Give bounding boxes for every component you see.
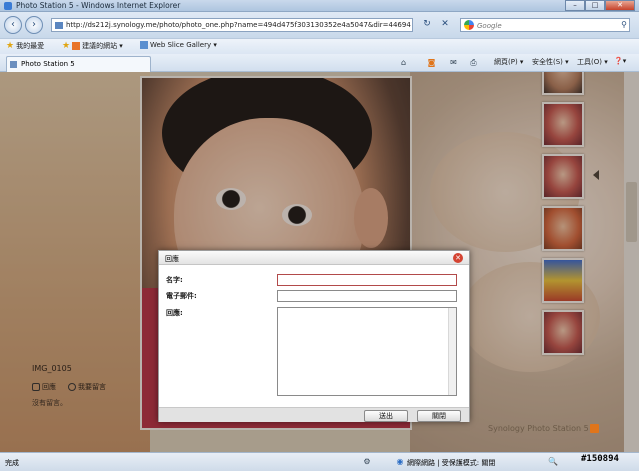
reply-textarea[interactable]: [277, 307, 457, 396]
name-label: 名字:: [166, 276, 183, 284]
refresh-icon[interactable]: ↻: [420, 18, 434, 32]
dialog-title-bar: 回應 ✕: [159, 251, 469, 265]
security-zone[interactable]: 網際網路 | 受保護模式: 關閉: [407, 458, 495, 468]
add-favorite-icon: ★: [62, 41, 71, 51]
email-field[interactable]: [277, 290, 457, 302]
page-menu[interactable]: 網頁(P) ▾: [494, 57, 523, 67]
tab-label: Photo Station 5: [21, 60, 75, 68]
footer-brand[interactable]: Synology Photo Station 5: [488, 424, 589, 433]
web-slice-gallery-link[interactable]: Web Slice Gallery ▾: [140, 41, 217, 49]
security-icon: ⚙: [363, 457, 371, 466]
address-row: ‹ › http://ds212j.synology.me/photo/phot…: [0, 12, 639, 38]
dialog-footer: 送出 關閉: [159, 407, 469, 422]
dialog-title: 回應: [165, 255, 179, 263]
rss-icon[interactable]: [590, 424, 599, 433]
tools-menu[interactable]: 工具(O) ▾: [577, 57, 608, 67]
search-input[interactable]: [477, 20, 617, 31]
mail-icon[interactable]: ✉: [448, 57, 459, 68]
print-icon[interactable]: ⎙: [468, 57, 479, 68]
suggested-sites-icon: [72, 42, 81, 50]
submit-button[interactable]: 送出: [364, 410, 408, 422]
reply-dialog: 回應 ✕ 名字: 電子郵件: 回應: 送出 關閉: [158, 250, 470, 422]
zoom-icon[interactable]: 🔍: [548, 457, 558, 467]
web-slice-icon: [140, 41, 148, 49]
favorites-button[interactable]: ★ 我的最愛: [6, 41, 44, 51]
feeds-icon[interactable]: ◙: [426, 57, 437, 68]
window-title: Photo Station 5 - Windows Internet Explo…: [16, 1, 181, 10]
stop-icon[interactable]: ✕: [438, 18, 452, 32]
ie-app-icon: [4, 2, 12, 10]
dialog-close-icon[interactable]: ✕: [453, 253, 463, 263]
tab-page-icon: [10, 61, 17, 68]
search-box[interactable]: ⚲: [460, 18, 630, 32]
name-field[interactable]: [277, 274, 457, 286]
dialog-body: 名字: 電子郵件: 回應:: [159, 265, 469, 407]
globe-icon: ◉: [396, 457, 404, 466]
favorites-label: 我的最愛: [16, 42, 45, 50]
google-icon: [464, 20, 474, 30]
watermark: #150894: [581, 454, 619, 464]
search-icon[interactable]: ⚲: [621, 20, 627, 29]
tab-bar: Photo Station 5 ⌂ ◙ ✉ ⎙ 網頁(P) ▾ 安全性(S) ▾…: [0, 54, 639, 72]
suggested-sites-link[interactable]: ★ 建議的網站 ▾: [62, 41, 123, 51]
suggested-sites-label: 建議的網站 ▾: [82, 42, 123, 50]
textarea-scrollbar[interactable]: [448, 308, 456, 395]
status-bar: 完成 ⚙ ◉ 網際網路 | 受保護模式: 關閉 🔍: [0, 452, 639, 471]
reply-label: 回應:: [166, 309, 183, 317]
window-title-bar: Photo Station 5 - Windows Internet Explo…: [0, 0, 639, 12]
url-text[interactable]: http://ds212j.synology.me/photo/photo_on…: [66, 21, 411, 29]
favorites-star-icon: ★: [6, 41, 15, 51]
help-menu[interactable]: ❓▾: [614, 57, 626, 65]
safety-menu[interactable]: 安全性(S) ▾: [532, 57, 569, 67]
forward-button[interactable]: ›: [25, 16, 43, 34]
home-icon[interactable]: ⌂: [398, 57, 409, 68]
window-controls: – □ ✕: [565, 0, 635, 11]
page-icon: [55, 22, 63, 29]
close-dialog-button[interactable]: 關閉: [417, 410, 461, 422]
close-window-button[interactable]: ✕: [605, 0, 635, 11]
maximize-button[interactable]: □: [585, 0, 605, 11]
web-slice-label: Web Slice Gallery ▾: [150, 41, 217, 49]
email-label: 電子郵件:: [166, 292, 197, 300]
back-button[interactable]: ‹: [4, 16, 22, 34]
address-field[interactable]: http://ds212j.synology.me/photo/photo_on…: [51, 18, 413, 32]
minimize-button[interactable]: –: [565, 0, 585, 11]
status-text: 完成: [5, 459, 19, 467]
favorites-bar: ★ 我的最愛 ★ 建議的網站 ▾ Web Slice Gallery ▾: [0, 38, 639, 54]
tab-photo-station[interactable]: Photo Station 5: [6, 56, 151, 72]
